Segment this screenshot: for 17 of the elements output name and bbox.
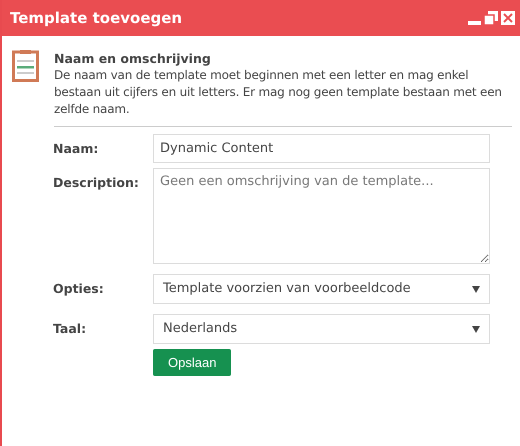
description-field[interactable]: Geen een omschrijving van de template... [153,168,490,264]
dropdown-field[interactable]: Template voorzien van voorbeeldcode [153,274,490,304]
name-field[interactable]: Dynamic Content [153,134,490,163]
field-label: Description: [53,174,140,192]
caret-icon [472,286,480,292]
restore-icon[interactable] [484,11,498,25]
field-label: Naam: [53,140,100,158]
save-button[interactable]: Opslaan [153,349,232,376]
field-label: Taal: [53,320,88,338]
section-title: Naam en omschrijving [54,50,212,67]
window-title: Template toevoegen [10,8,182,29]
field-label: Opties: [53,280,105,298]
close-icon[interactable] [501,11,515,25]
section-description: De naam van de template moet beginnen met een letter en mag enkel bestaan uit cijfers en uit letters. Er mag nog geen template bestaan met een zelfde naam. [54,67,503,118]
dropdown-field[interactable]: Nederlands [153,314,490,344]
clipboard-icon [12,50,39,82]
caret-icon [472,326,480,332]
